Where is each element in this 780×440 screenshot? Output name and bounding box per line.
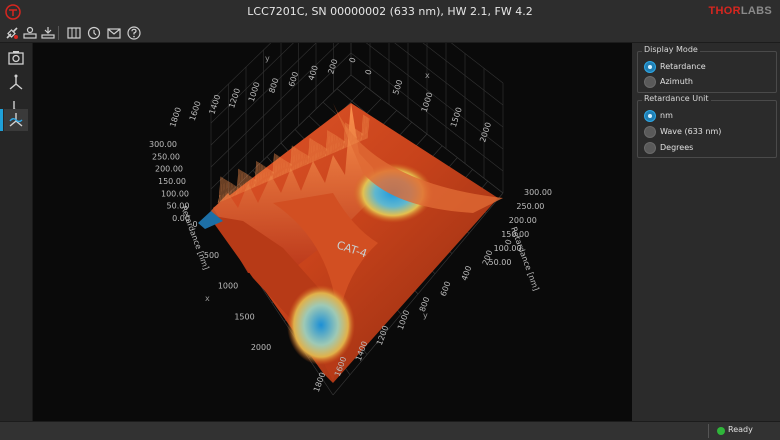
right-top-axis-tick: 1500 [449, 106, 464, 128]
top-axis-tick: 800 [267, 77, 280, 94]
thorlabs-logo: THORLABS [708, 5, 772, 17]
mail-icon[interactable] [106, 25, 122, 41]
left-axis-tick: 1000 [218, 282, 238, 291]
left-axis-tick: 2000 [251, 343, 271, 352]
z-axis-title-left: Retardance [nm] [179, 205, 210, 271]
surface-plot-canvas[interactable]: CAT-4 1800 1600 1400 1200 1000 800 600 400 200 0 … [33, 43, 632, 421]
table-view-icon[interactable] [66, 25, 82, 41]
z-left-tick: 100.00 [161, 189, 189, 198]
help-icon[interactable] [126, 25, 142, 41]
z-left-tick: 200.00 [155, 165, 183, 174]
status-bar: Ready [0, 421, 780, 440]
retardance-unit-title: Retardance Unit [642, 94, 711, 103]
radio-unselected-icon [644, 142, 656, 154]
z-right-tick: 50.00 [489, 258, 512, 267]
z-left-tick: 250.00 [152, 152, 180, 161]
toolbar [0, 24, 780, 43]
radio-unselected-icon [644, 126, 656, 138]
status-separator [708, 424, 709, 438]
axis-2d-icon[interactable] [4, 72, 28, 94]
retardance-unit-group: Retardance Unit nm Wave (633 nm) Degrees [637, 94, 777, 158]
view-sidebar [0, 43, 33, 421]
z-right-tick: 250.00 [516, 202, 544, 211]
status-led-icon [717, 427, 725, 435]
display-mode-title: Display Mode [642, 45, 700, 54]
bottom-axis-tick: 600 [439, 280, 453, 297]
radio-selected-icon [644, 61, 656, 73]
device-settings-icon[interactable] [22, 25, 38, 41]
bottom-axis-tick: 1800 [312, 371, 327, 393]
right-top-axis-tick: 1000 [420, 91, 435, 113]
toolbar-separator [58, 26, 59, 40]
window-title: LCC7201C, SN 00000002 (633 nm), HW 2.1, … [247, 5, 533, 18]
surface-plot-button[interactable] [0, 109, 28, 131]
settings-panel: Display Mode Retardance Azimuth Retardan… [633, 43, 780, 421]
radio-unselected-icon [644, 76, 656, 88]
y-axis-letter-bottom: y [423, 311, 428, 320]
camera-view-icon[interactable] [4, 47, 28, 69]
z-left-tick: 150.00 [158, 177, 186, 186]
left-axis-tick: 1500 [234, 312, 254, 321]
top-axis-tick: 1800 [168, 106, 183, 128]
connect-icon[interactable] [4, 25, 20, 41]
x-axis-letter-left: x [205, 294, 210, 303]
display-mode-group: Display Mode Retardance Azimuth [637, 45, 777, 93]
z-left-tick: 300.00 [149, 140, 177, 149]
top-axis-tick: 1000 [247, 81, 262, 103]
download-icon[interactable] [40, 25, 56, 41]
x-axis-letter-top: x [425, 71, 430, 80]
top-axis-tick: 400 [307, 64, 320, 81]
top-axis-tick: 1200 [227, 87, 242, 109]
top-axis-ticks: 1800 1600 1400 1200 1000 800 600 400 200 0 [168, 56, 357, 128]
bottom-axis-tick: 1000 [396, 309, 411, 331]
top-axis-tick: 1600 [188, 100, 203, 122]
right-top-axis-tick: 2000 [478, 121, 493, 143]
y-axis-letter-top: y [265, 54, 270, 63]
bottom-axis-tick: 400 [460, 265, 474, 282]
refresh-icon[interactable] [86, 25, 102, 41]
radio-selected-icon [644, 110, 656, 122]
top-axis-tick: 200 [326, 58, 339, 75]
z-right-tick: 300.00 [524, 188, 552, 197]
status-text: Ready [728, 425, 753, 434]
top-axis-tick: 1400 [208, 93, 223, 115]
surface-plot-icon [9, 113, 23, 127]
title-bar: LCC7201C, SN 00000002 (633 nm), HW 2.1, … [0, 0, 780, 24]
z-right-tick: 200.00 [509, 216, 537, 225]
surface-plot-view[interactable]: CAT-4 1800 1600 1400 1200 1000 800 600 400 200 0 … [33, 43, 632, 421]
top-axis-tick: 0 [348, 56, 358, 64]
